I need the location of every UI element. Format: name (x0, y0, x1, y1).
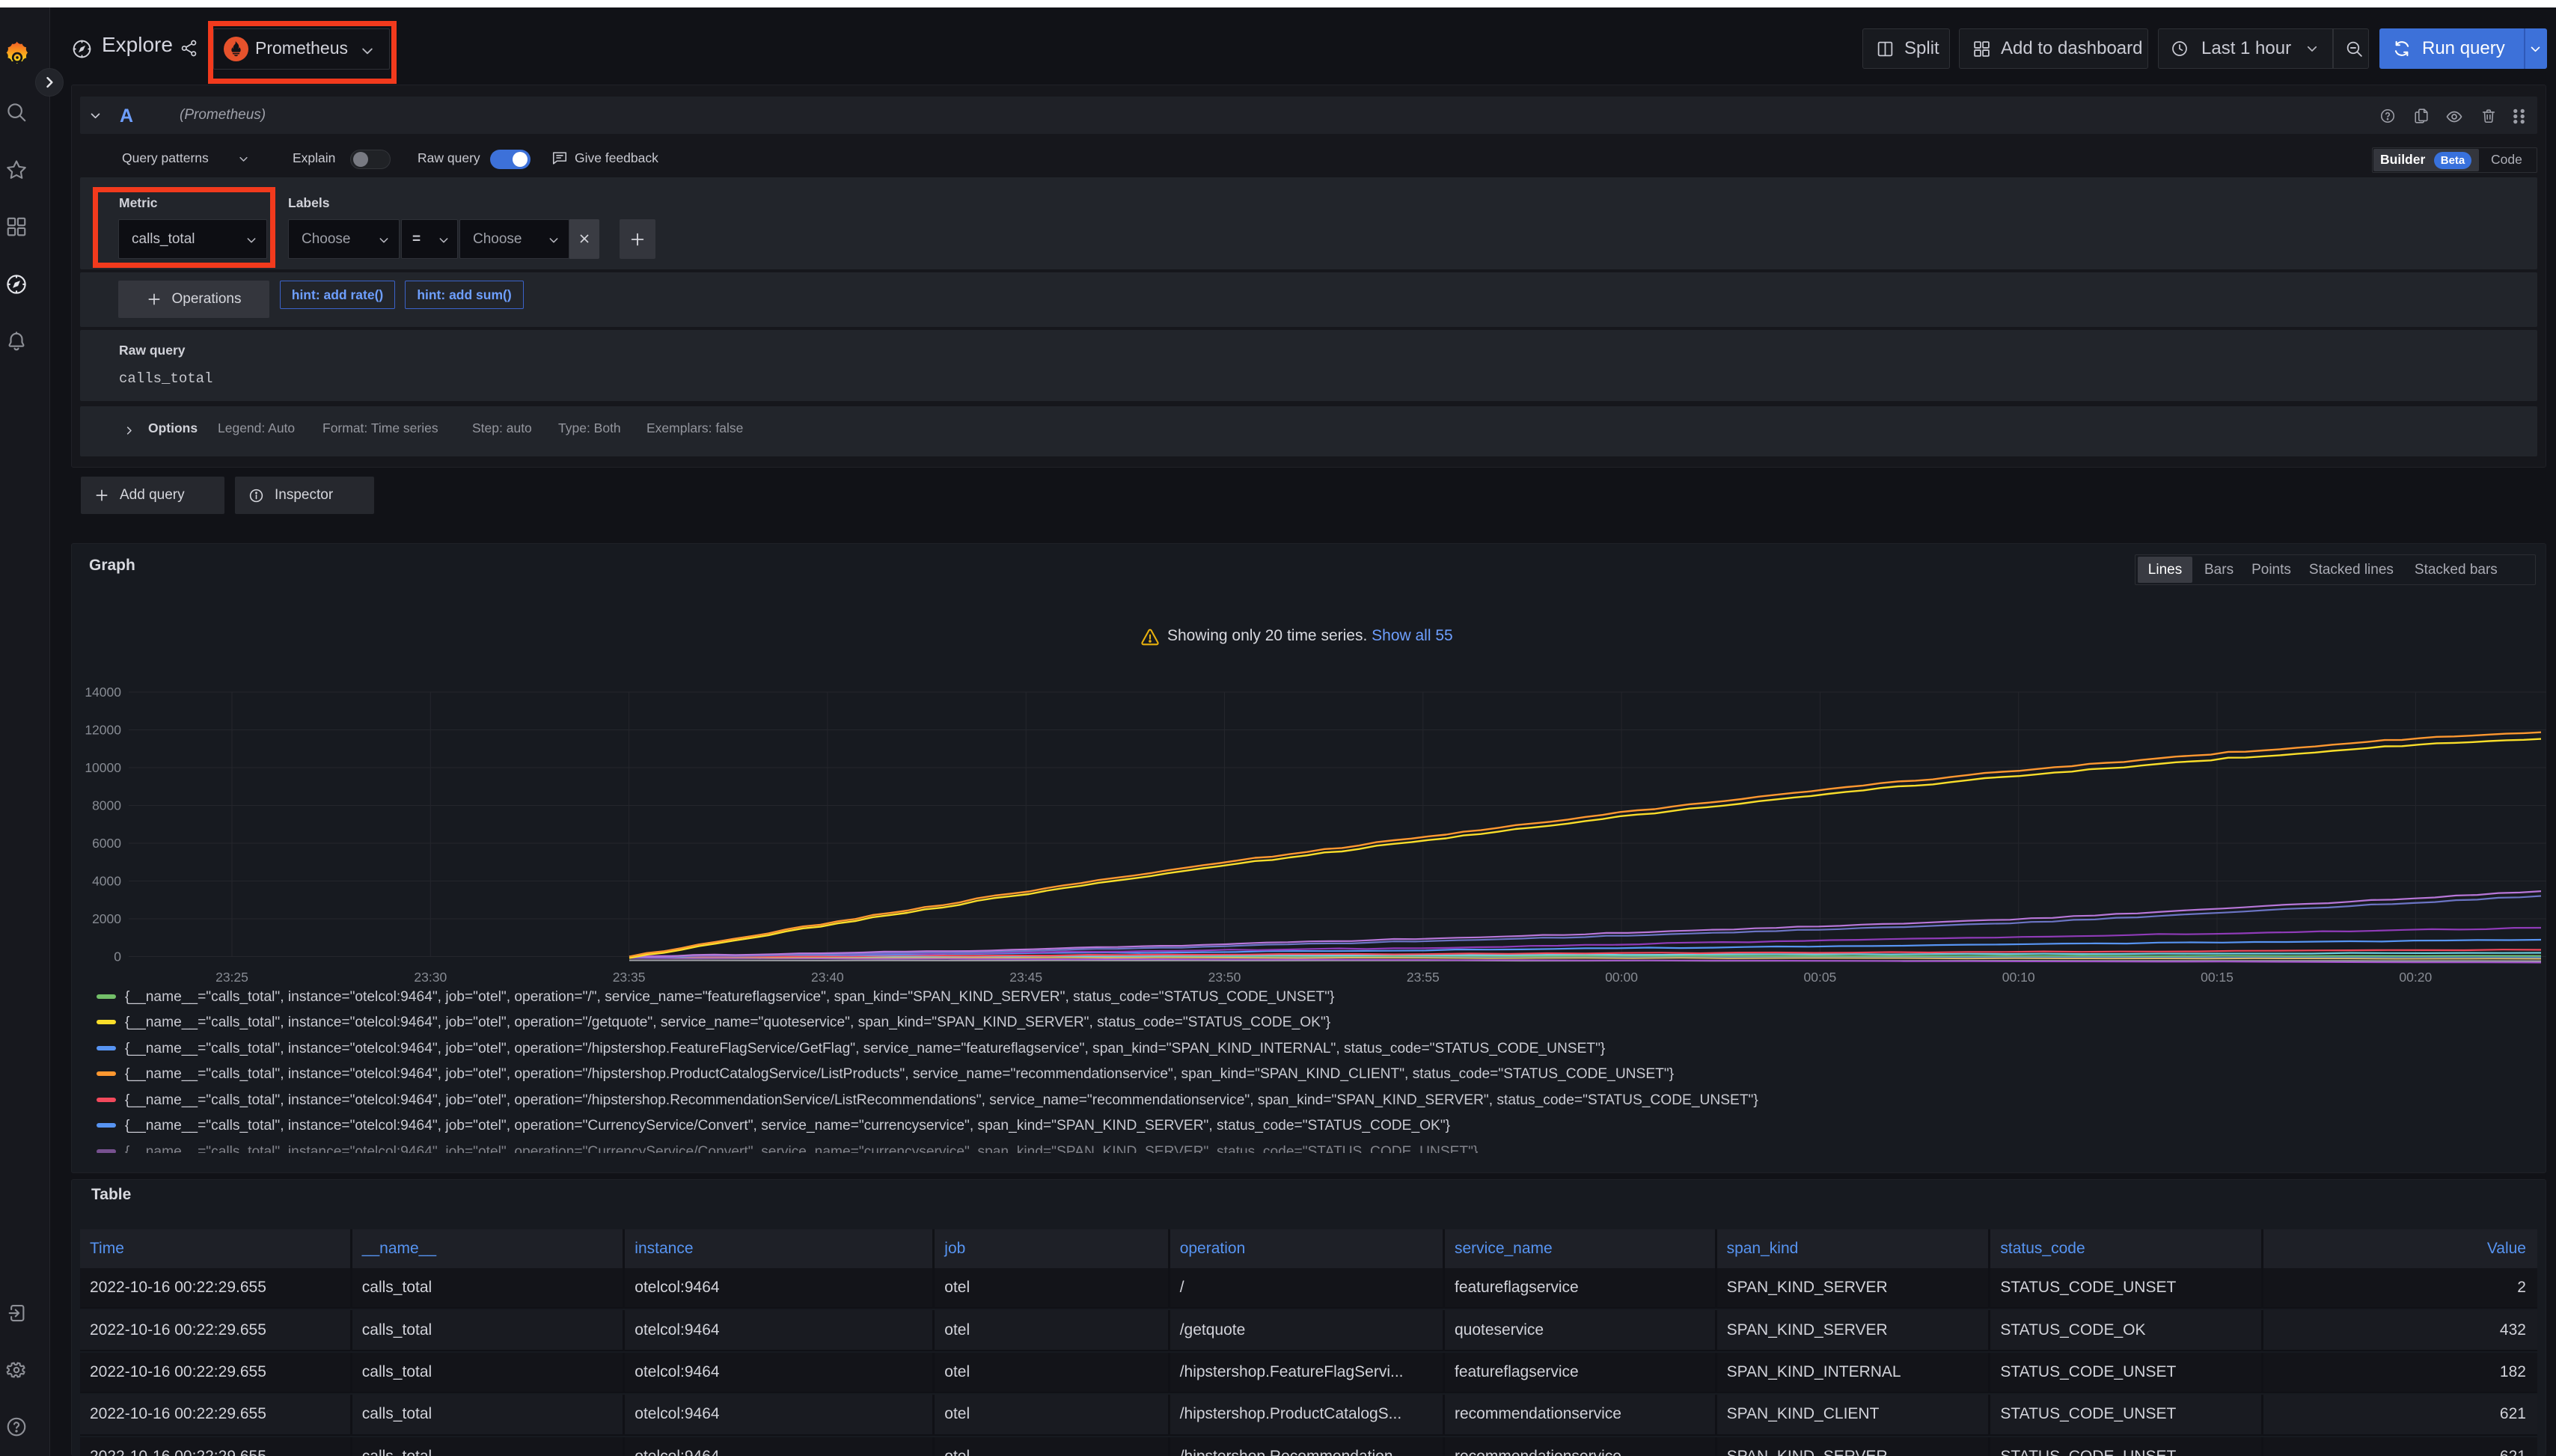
svg-text:00:10: 00:10 (2002, 970, 2035, 985)
svg-text:23:40: 23:40 (811, 970, 844, 985)
svg-text:23:25: 23:25 (215, 970, 248, 985)
svg-text:12000: 12000 (85, 723, 121, 738)
svg-text:23:45: 23:45 (1009, 970, 1042, 985)
svg-text:00:05: 00:05 (1804, 970, 1837, 985)
svg-text:23:30: 23:30 (414, 970, 447, 985)
svg-text:0: 0 (114, 949, 121, 964)
svg-text:23:55: 23:55 (1407, 970, 1440, 985)
svg-text:00:15: 00:15 (2201, 970, 2234, 985)
svg-text:6000: 6000 (92, 836, 121, 851)
svg-text:00:00: 00:00 (1605, 970, 1638, 985)
svg-text:14000: 14000 (85, 685, 121, 700)
svg-text:2000: 2000 (92, 911, 121, 926)
svg-text:00:20: 00:20 (2399, 970, 2432, 985)
svg-text:8000: 8000 (92, 798, 121, 813)
svg-text:4000: 4000 (92, 874, 121, 889)
svg-text:23:35: 23:35 (613, 970, 646, 985)
svg-text:23:50: 23:50 (1208, 970, 1241, 985)
svg-text:10000: 10000 (85, 760, 121, 775)
